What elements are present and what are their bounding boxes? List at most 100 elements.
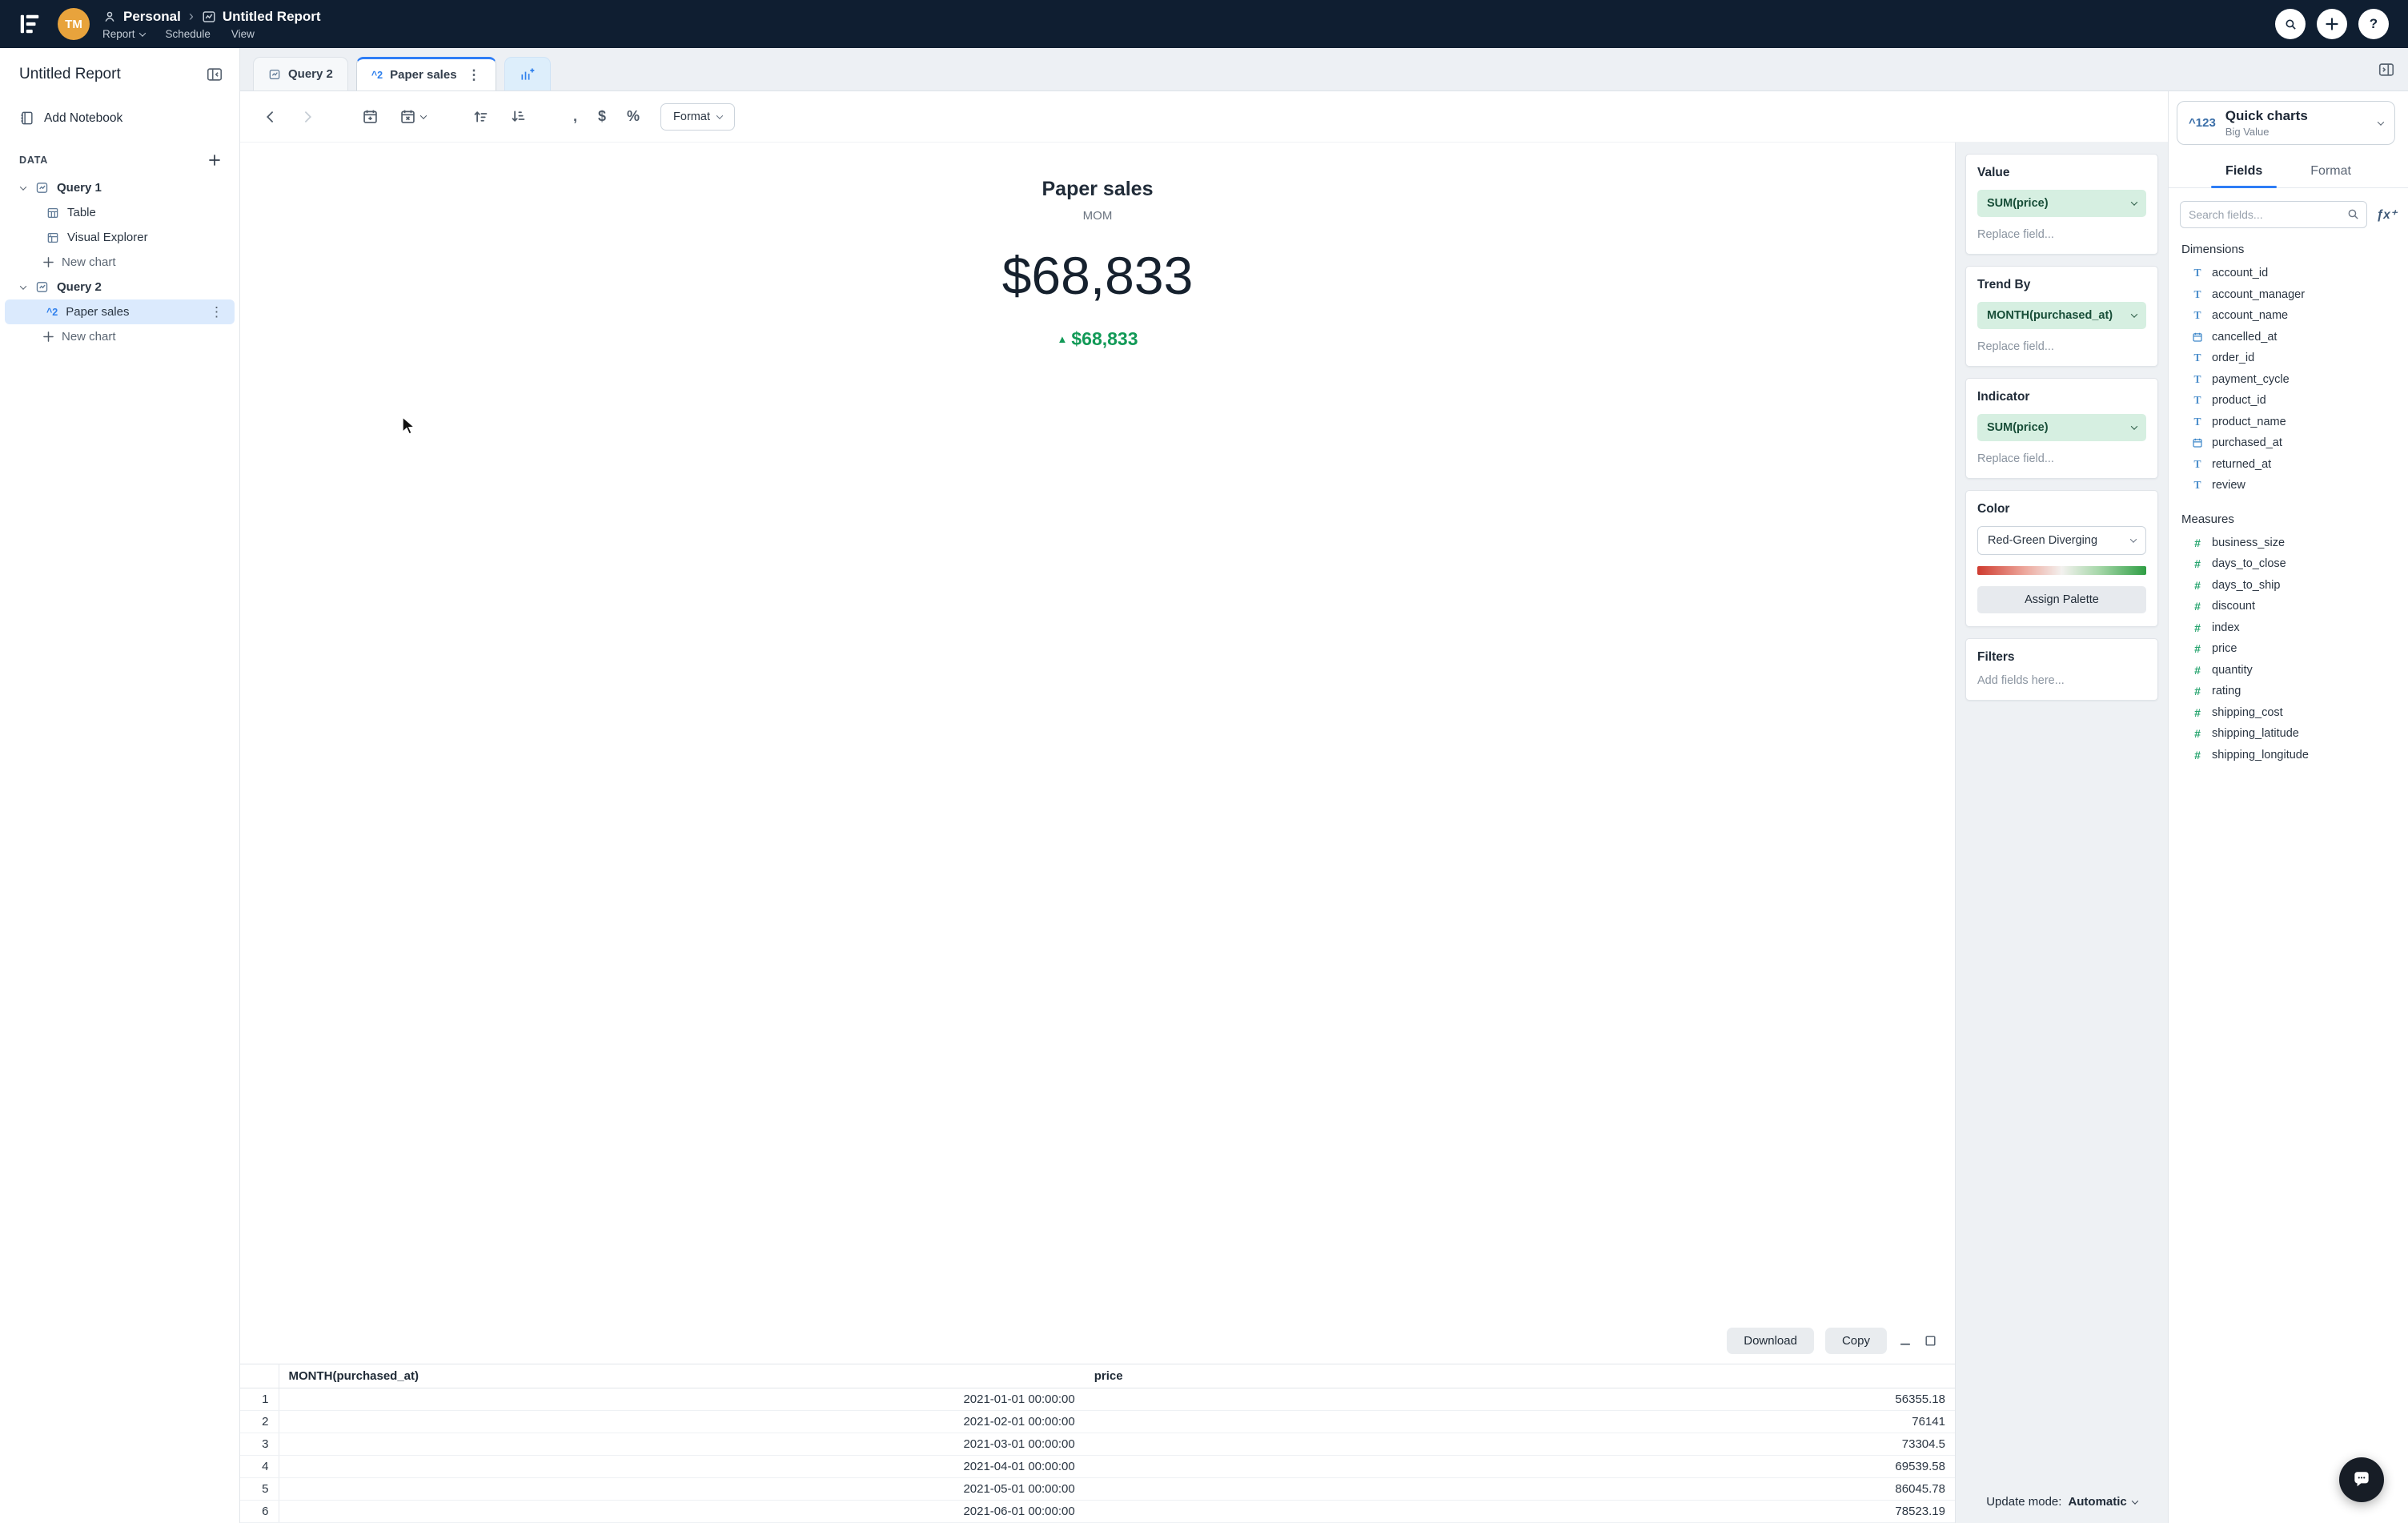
field-item[interactable]: T order_id: [2169, 348, 2408, 369]
menu-schedule[interactable]: Schedule: [166, 28, 211, 40]
text-type-icon: T: [2193, 287, 2201, 300]
help-button[interactable]: ?: [2358, 9, 2389, 39]
menu-report[interactable]: Report: [102, 28, 146, 40]
field-item[interactable]: # quantity: [2169, 660, 2408, 681]
value-field-pill[interactable]: SUM(price): [1977, 190, 2146, 217]
column-header-price[interactable]: price: [1084, 1364, 1955, 1388]
field-item[interactable]: T account_id: [2169, 263, 2408, 284]
add-data-button[interactable]: [209, 155, 220, 166]
collapse-results-icon[interactable]: [1898, 1334, 1912, 1348]
date-remove-button[interactable]: [399, 108, 427, 125]
value-replace-field[interactable]: Replace field...: [1977, 228, 2146, 241]
sidebar-item-query1[interactable]: Query 1: [0, 175, 239, 200]
sidebar-item-table[interactable]: Table: [0, 200, 239, 225]
field-item[interactable]: T account_manager: [2169, 284, 2408, 306]
measures-header: Measures: [2181, 512, 2234, 526]
query-icon: [35, 181, 49, 195]
field-item[interactable]: # days_to_close: [2169, 553, 2408, 575]
expand-results-icon[interactable]: [1924, 1334, 1937, 1348]
field-item[interactable]: purchased_at: [2169, 432, 2408, 454]
sidebar-item-visual-explorer[interactable]: Visual Explorer: [0, 225, 239, 250]
avatar[interactable]: TM: [58, 8, 90, 40]
results-panel: Download Copy MONTH(purchased_at) price …: [240, 1320, 1955, 1523]
percent-format-button[interactable]: %: [627, 108, 640, 125]
text-type-icon: T: [2193, 479, 2201, 492]
tab-strip: Query 2 ^2 Paper sales: [240, 48, 2408, 91]
indicator-card: Indicator SUM(price) Replace field...: [1965, 378, 2158, 479]
sidebar-item-new-chart-query1[interactable]: New chart: [0, 250, 239, 275]
field-item[interactable]: T product_id: [2169, 390, 2408, 412]
tab-query2[interactable]: Query 2: [253, 57, 348, 90]
add-notebook-button[interactable]: Add Notebook: [19, 111, 220, 126]
number-type-icon: #: [2194, 536, 2201, 549]
chevron-down-icon: [138, 29, 146, 37]
field-item[interactable]: T product_name: [2169, 412, 2408, 433]
date-add-button[interactable]: [362, 108, 379, 125]
currency-format-button[interactable]: $: [598, 108, 606, 125]
indicator-replace-field[interactable]: Replace field...: [1977, 452, 2146, 465]
field-item[interactable]: # index: [2169, 617, 2408, 639]
field-item[interactable]: T account_name: [2169, 305, 2408, 327]
report-title[interactable]: Untitled Report: [223, 9, 321, 25]
update-mode-select[interactable]: Automatic: [2068, 1495, 2139, 1509]
field-item[interactable]: T payment_cycle: [2169, 369, 2408, 391]
chevron-down-icon[interactable]: [19, 282, 27, 290]
field-item[interactable]: # shipping_longitude: [2169, 745, 2408, 766]
field-item[interactable]: # discount: [2169, 596, 2408, 617]
column-header-month[interactable]: MONTH(purchased_at): [279, 1364, 1085, 1388]
sidebar-item-query2[interactable]: Query 2: [0, 275, 239, 299]
palette-select[interactable]: Red-Green Diverging: [1977, 526, 2146, 555]
tab-paper-sales[interactable]: ^2 Paper sales: [355, 57, 496, 90]
add-button[interactable]: [2317, 9, 2347, 39]
field-item[interactable]: # shipping_cost: [2169, 702, 2408, 724]
trend-by-field-pill[interactable]: MONTH(purchased_at): [1977, 302, 2146, 329]
query-icon: [268, 68, 281, 81]
undo-button[interactable]: [263, 109, 279, 125]
workspace-name[interactable]: Personal: [123, 9, 181, 25]
trend-by-replace-field[interactable]: Replace field...: [1977, 340, 2146, 353]
sort-ascending-button[interactable]: [472, 108, 489, 125]
field-item[interactable]: # days_to_ship: [2169, 575, 2408, 597]
breadcrumb-separator: [189, 8, 194, 25]
quick-charts-selector[interactable]: ^123 Quick charts Big Value: [2177, 101, 2395, 145]
indicator-field-pill[interactable]: SUM(price): [1977, 414, 2146, 441]
text-type-icon: T: [2193, 415, 2201, 428]
field-item[interactable]: # rating: [2169, 681, 2408, 702]
add-formula-field-button[interactable]: ƒx⁺: [2377, 207, 2397, 223]
copy-button[interactable]: Copy: [1824, 1328, 1887, 1354]
field-item[interactable]: # price: [2169, 638, 2408, 660]
sort-descending-button[interactable]: [510, 108, 527, 125]
field-item[interactable]: # shipping_latitude: [2169, 723, 2408, 745]
expand-panel-icon[interactable]: [2378, 61, 2395, 78]
format-dropdown[interactable]: Format: [660, 102, 735, 131]
search-button[interactable]: [2275, 9, 2306, 39]
redo-button[interactable]: [299, 109, 315, 125]
comma-format-button[interactable]: ,: [573, 108, 577, 125]
search-fields-input[interactable]: [2180, 201, 2367, 228]
download-button[interactable]: Download: [1727, 1328, 1814, 1354]
tab-fields[interactable]: Fields: [2210, 158, 2278, 188]
filters-drop-area[interactable]: Add fields here...: [1977, 674, 2146, 687]
tab-format[interactable]: Format: [2309, 158, 2353, 187]
field-item[interactable]: T review: [2169, 475, 2408, 496]
kebab-menu-icon[interactable]: [210, 305, 223, 319]
trend-by-card-title: Trend By: [1977, 278, 2031, 291]
chevron-down-icon[interactable]: [19, 183, 27, 191]
kebab-menu-icon[interactable]: [468, 68, 481, 82]
big-value-123-icon: ^123: [2189, 116, 2216, 130]
sidebar-item-paper-sales[interactable]: ^2 Paper sales: [5, 299, 235, 324]
field-item[interactable]: cancelled_at: [2169, 327, 2408, 348]
field-item[interactable]: T returned_at: [2169, 454, 2408, 476]
add-chart-tab-button[interactable]: [504, 57, 551, 90]
trend-by-card: Trend By MONTH(purchased_at) Replace fie…: [1965, 266, 2158, 367]
collapse-sidebar-icon[interactable]: [206, 66, 223, 83]
assign-palette-button[interactable]: Assign Palette: [1977, 586, 2146, 613]
value-card: Value SUM(price) Replace field...: [1965, 154, 2158, 255]
chat-support-button[interactable]: [2339, 1457, 2384, 1502]
field-item[interactable]: # business_size: [2169, 532, 2408, 554]
mode-logo-icon[interactable]: [14, 9, 45, 39]
question-mark-icon: ?: [2369, 16, 2378, 31]
sidebar-item-new-chart-query2[interactable]: New chart: [0, 324, 239, 349]
date-type-icon: [2191, 437, 2204, 448]
menu-view[interactable]: View: [231, 28, 255, 40]
